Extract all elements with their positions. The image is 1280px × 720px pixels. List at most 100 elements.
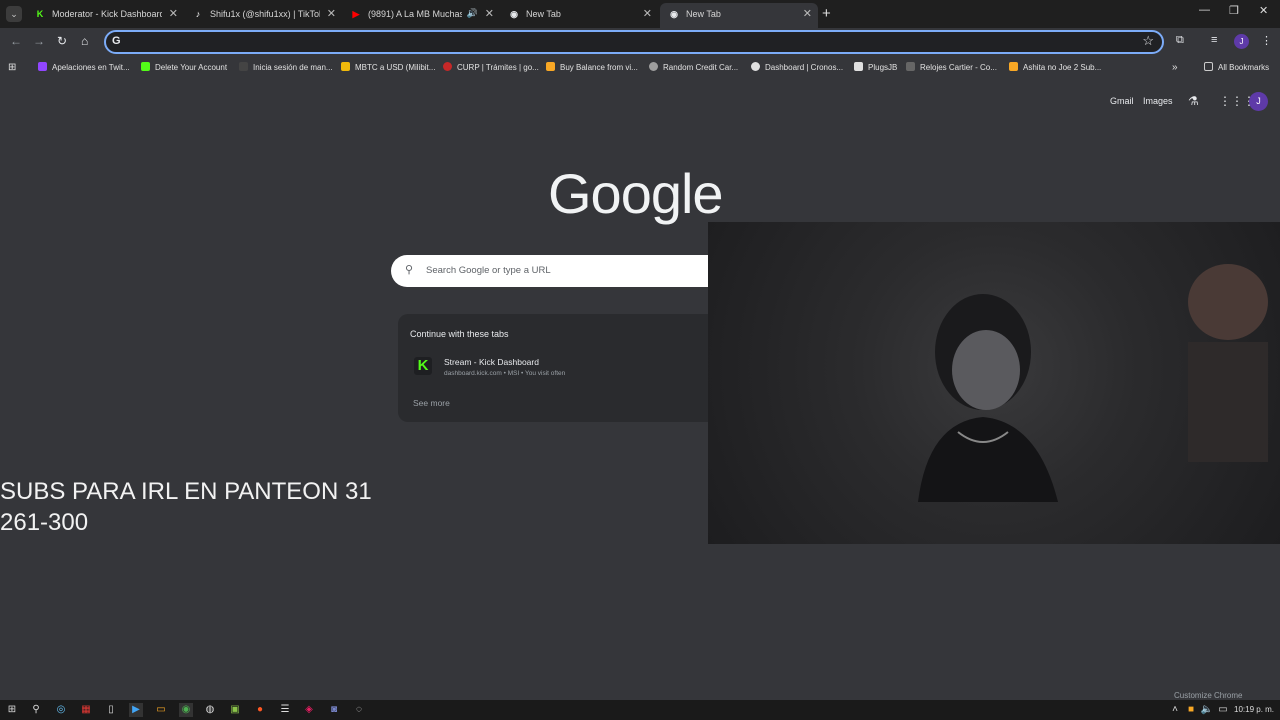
overlay-line-2: 261-300 — [0, 509, 89, 536]
clock[interactable]: 10:19 p. m. — [1234, 705, 1274, 714]
new-tab-button[interactable]: + — [822, 5, 831, 22]
bookmark-item[interactable]: Delete Your Account — [141, 62, 227, 72]
site-icon — [239, 62, 248, 71]
tab-title: Moderator - Kick Dashboard — [52, 9, 162, 19]
bookmark-star-icon[interactable]: ☆ — [1142, 33, 1154, 49]
doll-silhouette — [1188, 264, 1268, 462]
speaker-icon[interactable]: 🔈 — [1200, 703, 1214, 717]
folder-icon — [1204, 62, 1213, 71]
tab-new-tab[interactable]: ◉ New Tab ✕ — [500, 3, 658, 28]
network-icon[interactable]: ▭ — [1216, 703, 1230, 717]
tab-search-button[interactable]: ⌄ — [6, 6, 22, 22]
apps-grid-icon[interactable]: ⊞ — [8, 62, 16, 73]
bookmark-item[interactable]: Inicia sesión de man... — [239, 62, 333, 72]
reload-icon[interactable]: ↻ — [57, 34, 67, 48]
app-icon[interactable]: ● — [253, 703, 267, 717]
file-explorer-icon[interactable]: ▭ — [154, 703, 168, 717]
tray-chevron-icon[interactable]: ˄ — [1168, 703, 1182, 717]
restore-icon[interactable]: ❐ — [1229, 4, 1239, 17]
app-icon[interactable]: ☰ — [278, 703, 292, 717]
steam-icon[interactable]: ◎ — [54, 703, 68, 717]
close-icon[interactable]: ✕ — [327, 7, 336, 20]
tray-app-icon[interactable]: ■ — [1184, 703, 1198, 717]
overlay-line-1: SUBS PARA IRL EN PANTEON 31 — [0, 478, 372, 505]
tab-kick-dashboard[interactable]: K Moderator - Kick Dashboard ✕ — [26, 3, 184, 28]
obs-icon[interactable]: ◍ — [203, 703, 217, 717]
windows-taskbar: ⊞ ⚲ ◎ ▦ ▯ ▶ ▭ ◉ ◍ ▣ ● ☰ ◈ ◙ ◌ ˄ ■ 🔈 ▭ 10… — [0, 700, 1280, 720]
extensions-icon[interactable]: ⧉ — [1176, 34, 1184, 47]
app-icon[interactable]: ▣ — [228, 703, 242, 717]
bookmark-item[interactable]: Relojes Cartier - Co... — [906, 62, 997, 72]
tab-title: New Tab — [686, 9, 721, 19]
close-icon[interactable]: ✕ — [485, 7, 494, 20]
youtube-icon: ▶ — [352, 9, 360, 19]
back-icon[interactable]: ← — [10, 34, 22, 48]
bulb-icon — [546, 62, 555, 71]
app-icon[interactable]: ◈ — [302, 703, 316, 717]
chrome-icon[interactable]: ◉ — [179, 703, 193, 717]
new-tab-page: Gmail Images ⚗ ⋮⋮⋮ J Google ⚲ Search Goo… — [0, 78, 1280, 700]
home-icon[interactable]: ⌂ — [81, 34, 88, 48]
close-icon[interactable]: ✕ — [643, 7, 652, 20]
account-avatar[interactable]: J — [1249, 92, 1268, 111]
google-g-icon: G — [112, 35, 121, 47]
file-icon[interactable]: ▯ — [104, 703, 118, 717]
bookmark-item[interactable]: Apelaciones en Twit... — [38, 62, 130, 72]
chrome-icon: ◉ — [670, 9, 678, 19]
gob-icon — [443, 62, 452, 71]
close-icon[interactable]: ✕ — [169, 7, 178, 20]
webcam-overlay — [708, 222, 1280, 544]
app-icon[interactable]: ▦ — [79, 703, 93, 717]
bookmarks-bar: ⊞ Apelaciones en Twit... Delete Your Acc… — [0, 56, 1280, 78]
chrome-icon: ◉ — [510, 9, 518, 19]
stream-overlay-text: SUBS PARA IRL EN PANTEON 31 261-300 — [0, 476, 372, 538]
all-bookmarks-button[interactable]: All Bookmarks — [1204, 62, 1269, 72]
media-control-icon[interactable]: ≡ — [1211, 34, 1217, 46]
more-bookmarks-chevron-icon[interactable]: » — [1172, 62, 1178, 73]
kick-icon — [141, 62, 150, 71]
search-input[interactable]: Search Google or type a URL — [426, 265, 551, 276]
tab-title: (9891) A La MB Muchas Gra — [368, 9, 462, 19]
bookmark-item[interactable]: Dashboard | Cronos... — [751, 62, 843, 72]
tab-strip: ⌄ K Moderator - Kick Dashboard ✕ ♪ Shifu… — [0, 0, 1280, 28]
tab-new-tab-active[interactable]: ◉ New Tab ✕ — [660, 3, 818, 28]
menu-icon[interactable]: ⋮ — [1261, 34, 1272, 47]
images-link[interactable]: Images — [1143, 96, 1173, 106]
search-icon: ⚲ — [405, 264, 414, 276]
labs-flask-icon[interactable]: ⚗ — [1188, 94, 1199, 108]
gmail-link[interactable]: Gmail — [1110, 96, 1134, 106]
kick-icon: K — [36, 9, 44, 19]
app-icon[interactable]: ◌ — [352, 703, 366, 717]
bookmark-item[interactable]: MBTC a USD (Milibit... — [341, 62, 435, 72]
address-bar[interactable]: G ☆ — [104, 30, 1164, 54]
profile-avatar[interactable]: J — [1234, 34, 1249, 49]
tab-tiktok[interactable]: ♪ Shifu1x (@shifu1xx) | TikTok ✕ — [184, 3, 342, 28]
bookmark-item[interactable]: Random Credit Car... — [649, 62, 738, 72]
windows-start-icon[interactable]: ⊞ — [5, 703, 19, 717]
customize-chrome-button[interactable]: Customize Chrome — [1174, 691, 1242, 700]
streamer-silhouette — [918, 294, 1058, 502]
close-window-icon[interactable]: ✕ — [1259, 4, 1268, 17]
tab-title: New Tab — [526, 9, 561, 19]
continue-item-title: Stream - Kick Dashboard — [444, 357, 539, 367]
bookmark-item[interactable]: CURP | Trámites | go... — [443, 62, 539, 72]
media-player-icon[interactable]: ▶ — [129, 703, 143, 717]
tab-title: Shifu1x (@shifu1xx) | TikTok — [210, 9, 320, 19]
twitch-icon — [38, 62, 47, 71]
gear-icon — [649, 62, 658, 71]
forward-icon[interactable]: → — [33, 34, 45, 48]
bookmark-item[interactable]: Buy Balance from vi... — [546, 62, 638, 72]
anime-icon — [1009, 62, 1018, 71]
close-icon[interactable]: ✕ — [803, 7, 812, 20]
toolbar: ← → ↻ ⌂ G ☆ ⧉ ≡ ⋮ — [0, 28, 1280, 56]
plugs-icon — [854, 62, 863, 71]
discord-icon[interactable]: ◙ — [327, 703, 341, 717]
bookmark-item[interactable]: PlugsJB — [854, 62, 897, 72]
continue-item-subtitle: dashboard.kick.com • MSI • You visit oft… — [444, 370, 566, 377]
see-more-link[interactable]: See more — [413, 398, 450, 408]
tab-youtube[interactable]: ▶ (9891) A La MB Muchas Gra 🔊 ✕ — [342, 3, 500, 28]
speaker-icon[interactable]: 🔊 — [467, 8, 478, 19]
bookmark-item[interactable]: Ashita no Joe 2 Sub... — [1009, 62, 1101, 72]
search-icon[interactable]: ⚲ — [29, 703, 43, 717]
minimize-icon[interactable]: — — [1199, 4, 1210, 16]
